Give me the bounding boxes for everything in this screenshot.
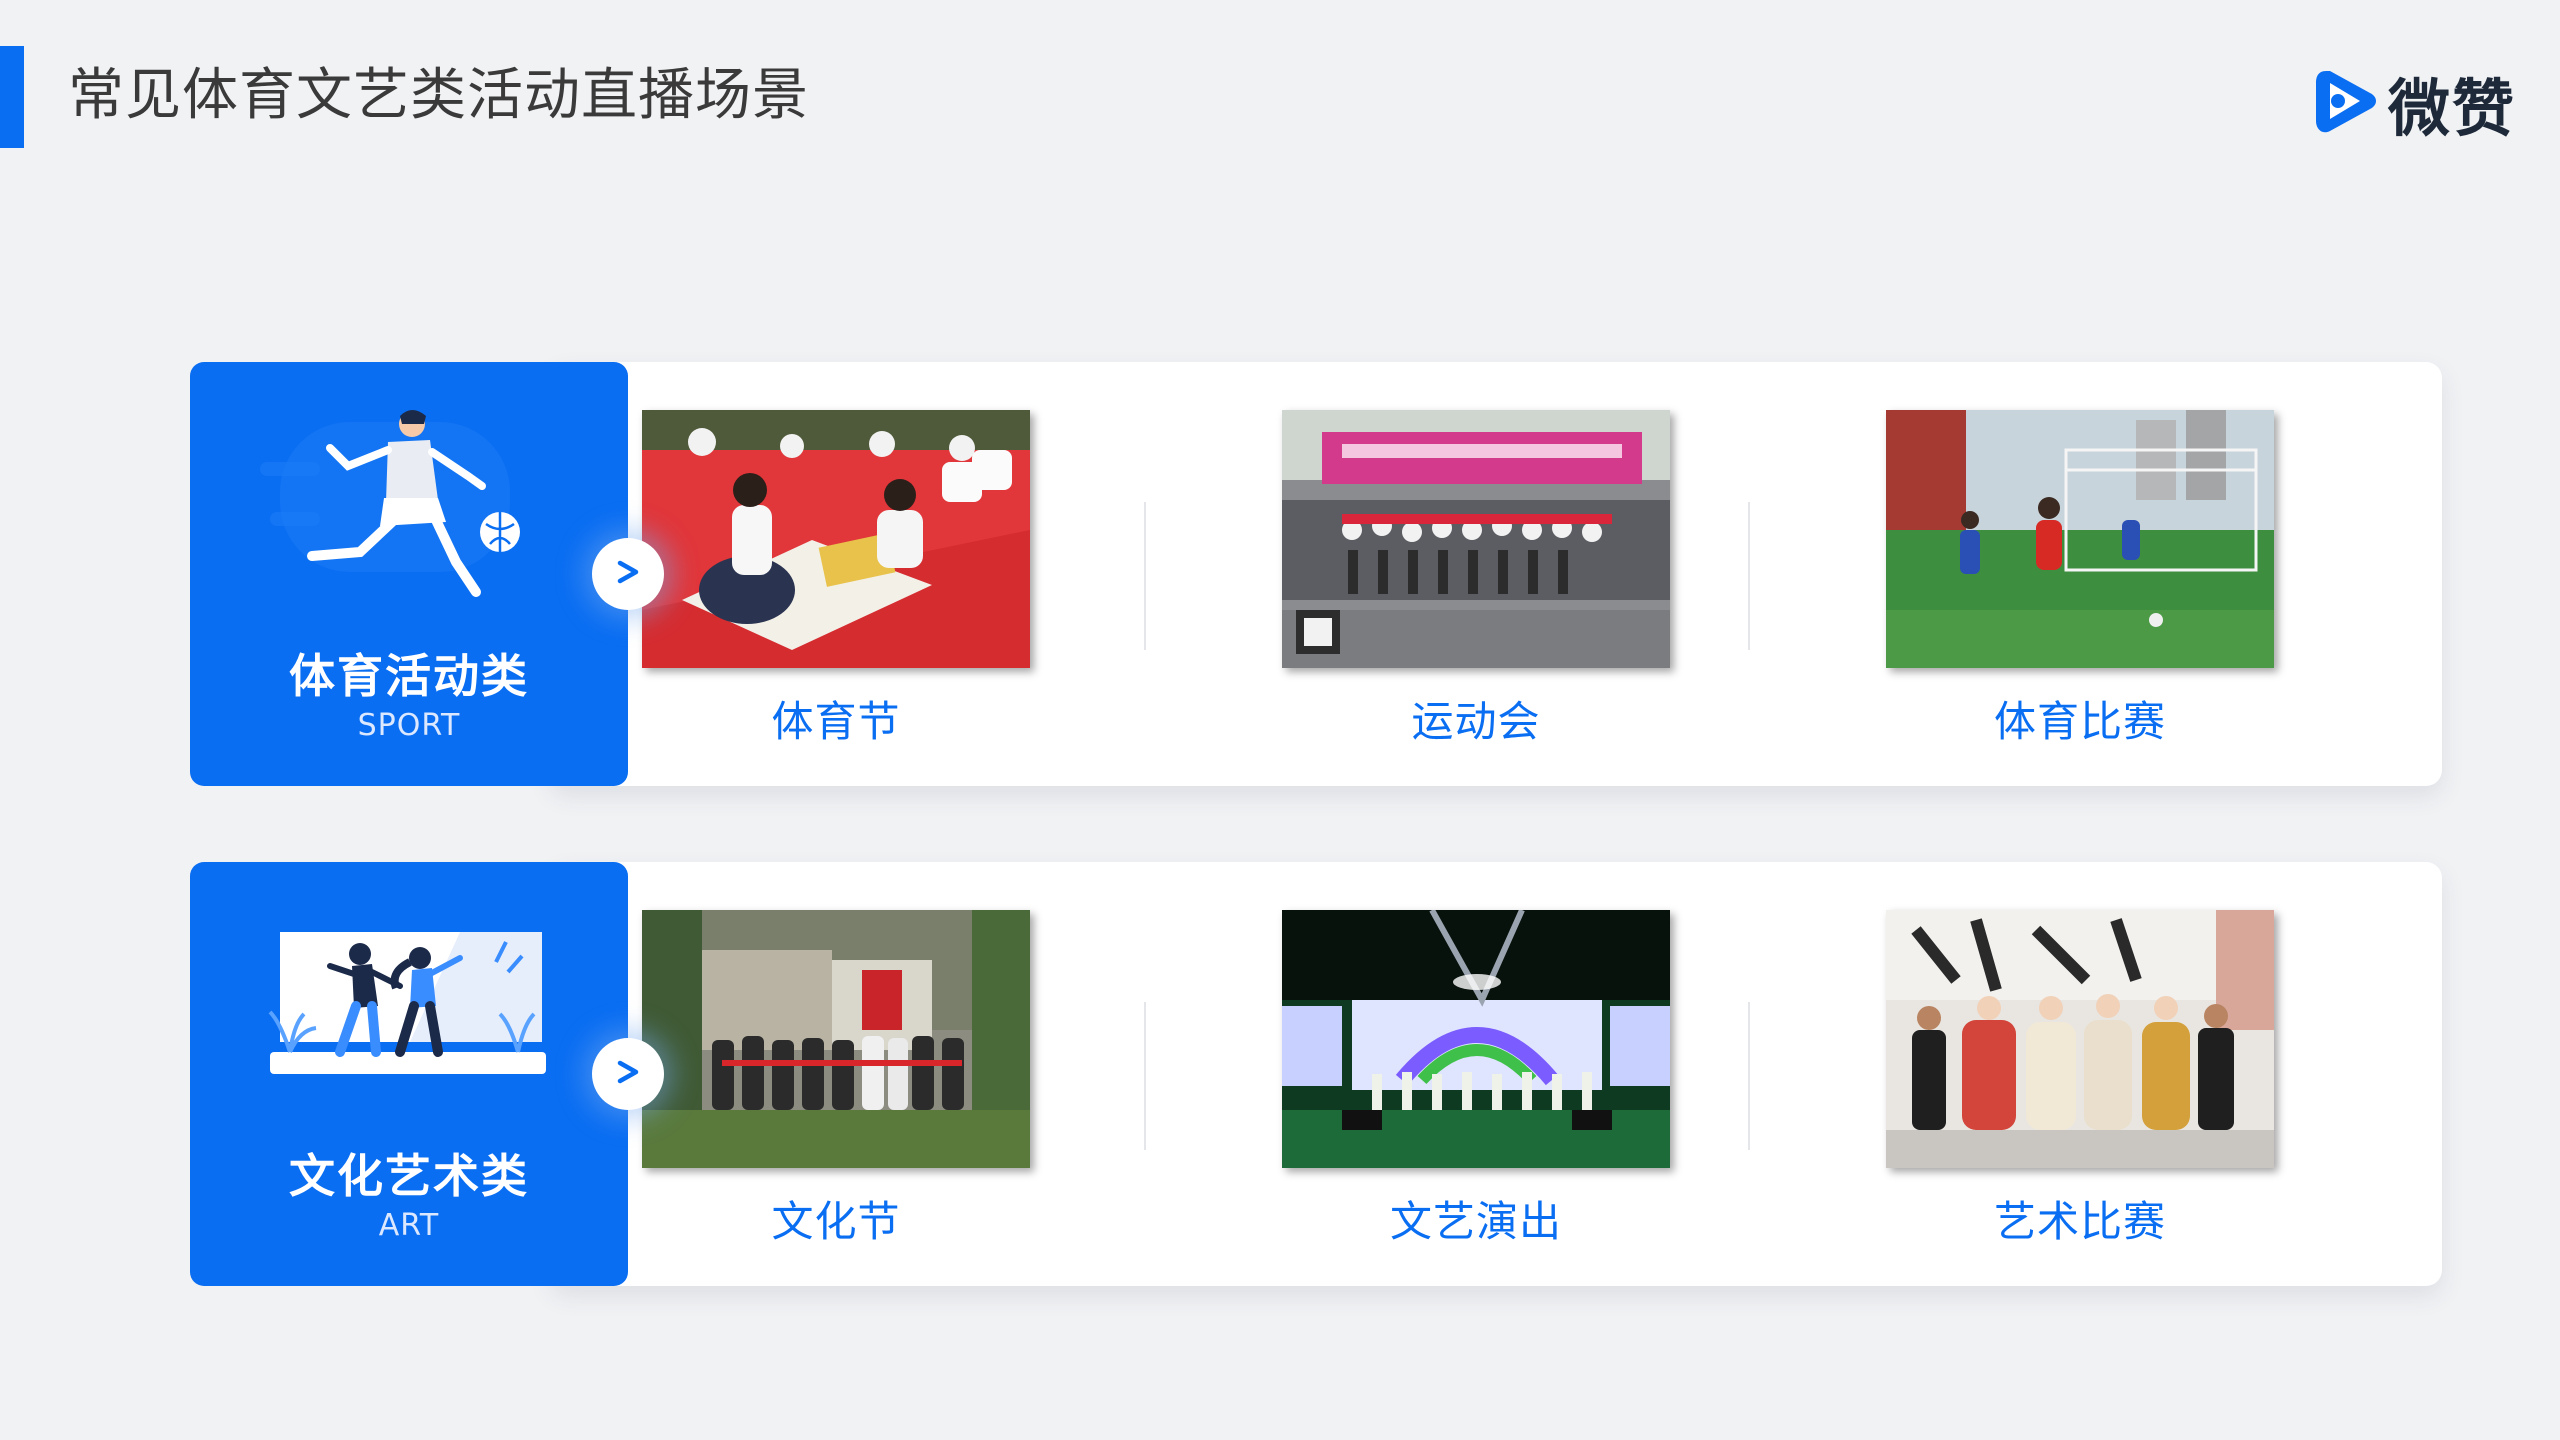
item-label: 体育节 bbox=[771, 697, 901, 746]
sport-item-match[interactable]: 体育比赛 bbox=[1886, 362, 2274, 786]
stage-dance-performance-photo bbox=[1282, 910, 1670, 1168]
art-category-row: 文化节 文艺演出 艺术比赛 文化艺术类 ART bbox=[190, 862, 2442, 1286]
category-subtitle: SPORT bbox=[357, 708, 461, 743]
chevron-right-icon bbox=[614, 1058, 642, 1090]
divider bbox=[1144, 502, 1146, 650]
category-title: 文化艺术类 bbox=[289, 1149, 529, 1203]
expand-arrow-button[interactable] bbox=[592, 538, 664, 610]
sport-category-card[interactable]: 体育活动类 SPORT bbox=[190, 362, 628, 786]
sport-category-row: 体育节 运动会 体育比赛 体育活动类 SPORT bbox=[190, 362, 2442, 786]
sport-item-games[interactable]: 运动会 bbox=[1282, 362, 1670, 786]
divider bbox=[1144, 1002, 1146, 1150]
title-accent-bar bbox=[0, 46, 24, 148]
ribbon-cutting-ceremony-photo bbox=[642, 910, 1030, 1168]
dancing-couple-illustration bbox=[268, 932, 546, 1074]
art-item-contest[interactable]: 艺术比赛 bbox=[1886, 862, 2274, 1286]
item-label: 运动会 bbox=[1411, 697, 1541, 746]
marathon-start-photo bbox=[1282, 410, 1670, 668]
youth-football-match-photo bbox=[1886, 410, 2274, 668]
chevron-right-icon bbox=[614, 558, 642, 590]
art-items-panel: 文化节 文艺演出 艺术比赛 bbox=[550, 862, 2442, 1286]
sport-items-panel: 体育节 运动会 体育比赛 bbox=[550, 362, 2442, 786]
logo-text: 微赞 bbox=[2387, 72, 2516, 145]
sport-item-festival[interactable]: 体育节 bbox=[642, 362, 1030, 786]
item-label: 文化节 bbox=[771, 1197, 901, 1246]
art-category-card[interactable]: 文化艺术类 ART bbox=[190, 862, 628, 1286]
item-label: 艺术比赛 bbox=[1993, 1197, 2166, 1246]
art-item-performance[interactable]: 文艺演出 bbox=[1282, 862, 1670, 1286]
category-subtitle: ART bbox=[378, 1208, 440, 1243]
category-title: 体育活动类 bbox=[289, 649, 529, 703]
divider bbox=[1748, 502, 1750, 650]
expand-arrow-button[interactable] bbox=[592, 1038, 664, 1110]
page-title: 常见体育文艺类活动直播场景 bbox=[68, 63, 809, 128]
soccer-player-illustration bbox=[260, 410, 520, 597]
brand-logo: 微赞 bbox=[2312, 58, 2516, 148]
play-triangle-logo-icon bbox=[2312, 65, 2380, 141]
item-label: 体育比赛 bbox=[1993, 697, 2166, 746]
students-playing-go-photo bbox=[642, 410, 1030, 668]
divider bbox=[1748, 1002, 1750, 1150]
item-label: 文艺演出 bbox=[1389, 1197, 1562, 1246]
art-item-festival[interactable]: 文化节 bbox=[642, 862, 1030, 1286]
costume-contest-stage-photo bbox=[1886, 910, 2274, 1168]
